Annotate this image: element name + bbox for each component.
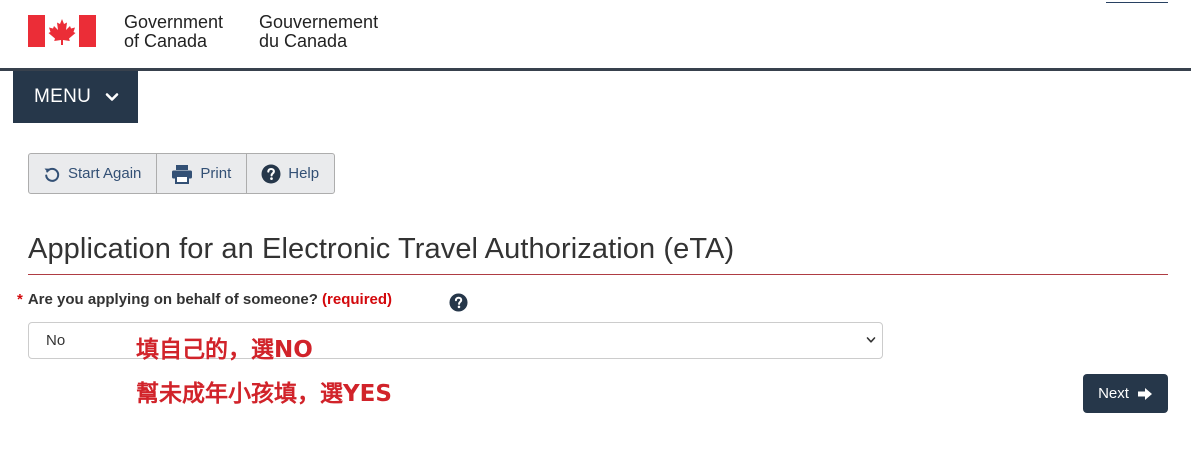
next-label: Next [1098, 385, 1129, 402]
required-text: (required) [322, 291, 393, 308]
start-again-label: Start Again [68, 165, 142, 182]
action-toolbar: Start Again Print Help [28, 153, 336, 194]
refresh-icon [44, 167, 60, 182]
chevron-down-icon [105, 93, 119, 101]
help-button[interactable]: Help [247, 154, 334, 193]
header-divider [0, 68, 1191, 71]
question-circle-icon [261, 164, 281, 183]
gov-en-line1: Government [124, 12, 224, 32]
arrow-right-icon [1137, 387, 1152, 400]
help-label: Help [288, 165, 320, 182]
title-underline [28, 274, 1168, 275]
question-text: Are you applying on behalf of someone? [27, 291, 318, 308]
language-link[interactable] [1106, 0, 1168, 3]
next-button[interactable]: Next [1083, 374, 1168, 413]
gov-fr-line2: du Canada [259, 31, 348, 51]
question-help-icon[interactable] [449, 293, 468, 312]
menu-button[interactable]: MENU [13, 71, 138, 123]
print-button[interactable]: Print [157, 154, 248, 193]
behalf-question-label: * Are you applying on behalf of someone? … [17, 291, 392, 308]
government-of-canada-wordmark[interactable]: Government of Canada [124, 13, 223, 51]
gouvernement-du-canada-wordmark[interactable]: Gouvernement du Canada [259, 13, 378, 51]
behalf-select-value: No [46, 332, 66, 349]
annotation-note-minor: 幫未成年小孩填，選YES [136, 381, 392, 407]
gov-fr-line1: Gouvernement [259, 12, 379, 32]
start-again-button[interactable]: Start Again [29, 154, 158, 193]
print-label: Print [200, 165, 232, 182]
menu-label: MENU [34, 86, 92, 107]
annotation-note-self: 填自己的，選NO [136, 337, 313, 363]
gov-en-line2: of Canada [124, 31, 208, 51]
page-title: Application for an Electronic Travel Aut… [28, 233, 735, 265]
print-icon [172, 164, 193, 184]
canada-flag-logo [28, 15, 96, 47]
chevron-down-icon [866, 337, 876, 343]
required-marker: * [17, 291, 23, 308]
site-header: Government of Canada Gouvernement du Can… [0, 0, 1191, 71]
